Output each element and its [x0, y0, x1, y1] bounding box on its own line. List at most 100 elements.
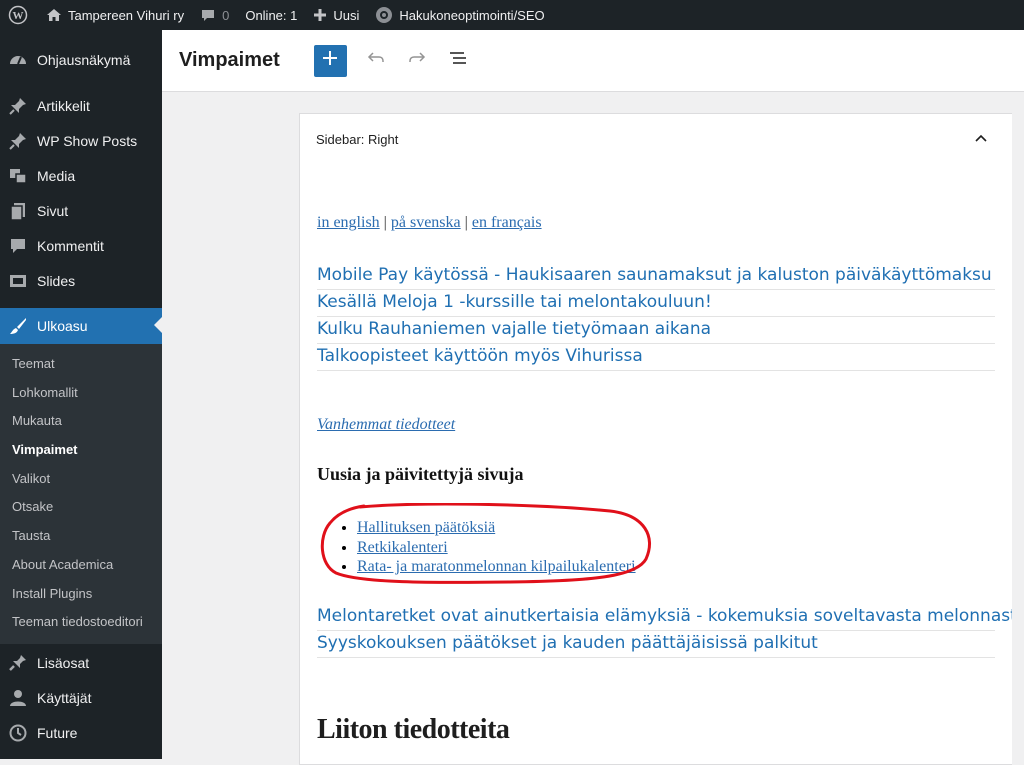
language-links: in english | på svenska | en français — [317, 214, 542, 232]
media-icon — [8, 166, 28, 186]
online-counter: Online: 1 — [237, 0, 305, 30]
widget-area-panel: Sidebar: Right in english | på svenska |… — [299, 113, 1012, 765]
submenu-menus[interactable]: Valikot — [0, 465, 162, 494]
menu-label: Media — [37, 167, 76, 184]
recent-page-link[interactable]: Retkikalenteri — [357, 539, 448, 556]
seo-link[interactable]: Hakukoneoptimointi/SEO — [367, 0, 552, 30]
menu-posts[interactable]: Artikkelit — [0, 88, 162, 123]
menu-users[interactable]: Käyttäjät — [0, 681, 162, 716]
submenu-background[interactable]: Tausta — [0, 522, 162, 551]
widget-area-header[interactable]: Sidebar: Right — [300, 114, 1012, 165]
menu-label: Ohjausnäkymä — [37, 51, 131, 68]
user-icon — [8, 688, 28, 708]
plus-icon — [313, 8, 327, 22]
dashboard-icon — [8, 50, 28, 70]
pages-icon — [8, 201, 28, 221]
comment-icon — [8, 236, 28, 256]
seo-gear-icon — [375, 6, 393, 24]
add-block-button[interactable] — [313, 44, 347, 77]
home-icon — [46, 7, 62, 23]
undo-button[interactable] — [364, 49, 388, 73]
site-name-link[interactable]: Tampereen Vihuri ry — [38, 0, 192, 30]
news-item[interactable]: Kulku Rauhaniemen vajalle tietyömaan aik… — [317, 317, 995, 344]
menu-label: Sivut — [37, 202, 69, 219]
comment-bubble-icon — [200, 7, 216, 23]
wordpress-logo-icon[interactable]: W — [0, 0, 38, 30]
language-link-swedish[interactable]: på svenska — [391, 214, 461, 231]
menu-dashboard[interactable]: Ohjausnäkymä — [0, 42, 162, 77]
clock-icon — [8, 723, 28, 743]
list-item: Retkikalenteri — [357, 538, 636, 558]
language-link-french[interactable]: en français — [472, 214, 542, 231]
news-item[interactable]: Melontaretket ovat ainutkertaisia elämyk… — [317, 604, 1012, 631]
plugin-icon — [8, 653, 28, 673]
brush-icon — [8, 316, 28, 336]
menu-label: Käyttäjät — [37, 690, 92, 707]
list-item: Rata- ja maratonmelonnan kilpailukalente… — [357, 557, 636, 577]
new-label: Uusi — [333, 7, 360, 23]
chevron-up-icon[interactable] — [974, 132, 988, 149]
comments-link[interactable]: 0 — [192, 0, 237, 30]
menu-label: Artikkelit — [37, 97, 90, 114]
submenu-block-patterns[interactable]: Lohkomallit — [0, 379, 162, 408]
seo-label: Hakukoneoptimointi/SEO — [399, 7, 545, 23]
news-item[interactable]: Syyskokouksen päätökset ja kauden päättä… — [317, 631, 995, 658]
menu-label: Future — [37, 725, 78, 742]
site-name: Tampereen Vihuri ry — [68, 7, 185, 23]
undo-icon — [366, 48, 386, 73]
menu-label: Ulkoasu — [37, 318, 88, 334]
admin-sidebar: Ohjausnäkymä Artikkelit WP Show Posts Me… — [0, 30, 162, 759]
appearance-submenu: Teemat Lohkomallit Mukauta Vimpaimet Val… — [0, 344, 162, 644]
menu-label: Kommentit — [37, 237, 104, 254]
online-label: Online: 1 — [245, 7, 298, 23]
menu-future[interactable]: Future — [0, 716, 162, 751]
page-title: Vimpaimet — [179, 49, 280, 71]
submenu-themes[interactable]: Teemat — [0, 350, 162, 379]
submenu-install-plugins[interactable]: Install Plugins — [0, 580, 162, 609]
language-separator: | — [379, 214, 391, 231]
list-item: Hallituksen päätöksiä — [357, 518, 636, 538]
submenu-theme-editor[interactable]: Teeman tiedostoeditori — [0, 608, 162, 637]
redo-button[interactable] — [405, 49, 429, 73]
menu-pages[interactable]: Sivut — [0, 193, 162, 228]
slides-icon — [8, 271, 28, 291]
list-view-button[interactable] — [446, 49, 470, 73]
comments-count: 0 — [222, 7, 230, 23]
redo-icon — [407, 48, 427, 73]
new-content-link[interactable]: Uusi — [305, 0, 367, 30]
widget-area-title: Sidebar: Right — [316, 132, 399, 147]
menu-label: Lisäosat — [37, 655, 90, 672]
menu-wp-show-posts[interactable]: WP Show Posts — [0, 123, 162, 158]
submenu-widgets[interactable]: Vimpaimet — [0, 436, 162, 465]
menu-label: WP Show Posts — [37, 132, 138, 149]
language-separator: | — [460, 214, 472, 231]
submenu-header[interactable]: Otsake — [0, 493, 162, 522]
menu-media[interactable]: Media — [0, 158, 162, 193]
federation-news-heading: Liiton tiedotteita — [317, 714, 510, 745]
menu-appearance[interactable]: Ulkoasu — [0, 308, 162, 344]
svg-text:W: W — [13, 10, 24, 22]
pin-icon — [8, 96, 28, 116]
menu-comments[interactable]: Kommentit — [0, 228, 162, 263]
menu-plugins[interactable]: Lisäosat — [0, 646, 162, 681]
recent-page-link[interactable]: Hallituksen päätöksiä — [357, 519, 495, 536]
news-item[interactable]: Mobile Pay käytössä - Haukisaaren saunam… — [317, 263, 995, 290]
menu-label: Slides — [37, 272, 76, 289]
list-view-icon — [448, 48, 468, 73]
news-list-top: Mobile Pay käytössä - Haukisaaren saunam… — [317, 263, 995, 371]
news-item[interactable]: Kesällä Meloja 1 -kurssille tai melontak… — [317, 290, 995, 317]
recent-page-link[interactable]: Rata- ja maratonmelonnan kilpailukalente… — [357, 558, 636, 575]
submenu-customize[interactable]: Mukauta — [0, 407, 162, 436]
language-link-english[interactable]: in english — [317, 214, 380, 231]
editor-toolbar: Vimpaimet — [162, 30, 1024, 92]
older-news-link[interactable]: Vanhemmat tiedotteet — [317, 416, 455, 434]
pin-icon — [8, 131, 28, 151]
recent-pages-list: Hallituksen päätöksiä Retkikalenteri Rat… — [339, 518, 636, 577]
recent-pages-heading: Uusia ja päivitettyjä sivuja — [317, 464, 524, 484]
menu-slides[interactable]: Slides — [0, 263, 162, 298]
admin-bar: W Tampereen Vihuri ry 0 Online: 1 Uusi H… — [0, 0, 1024, 30]
submenu-about-academica[interactable]: About Academica — [0, 551, 162, 580]
news-item[interactable]: Talkoopisteet käyttöön myös Vihurissa — [317, 344, 995, 371]
news-list-bottom: Melontaretket ovat ainutkertaisia elämyk… — [317, 604, 1012, 658]
plus-icon — [322, 50, 338, 71]
